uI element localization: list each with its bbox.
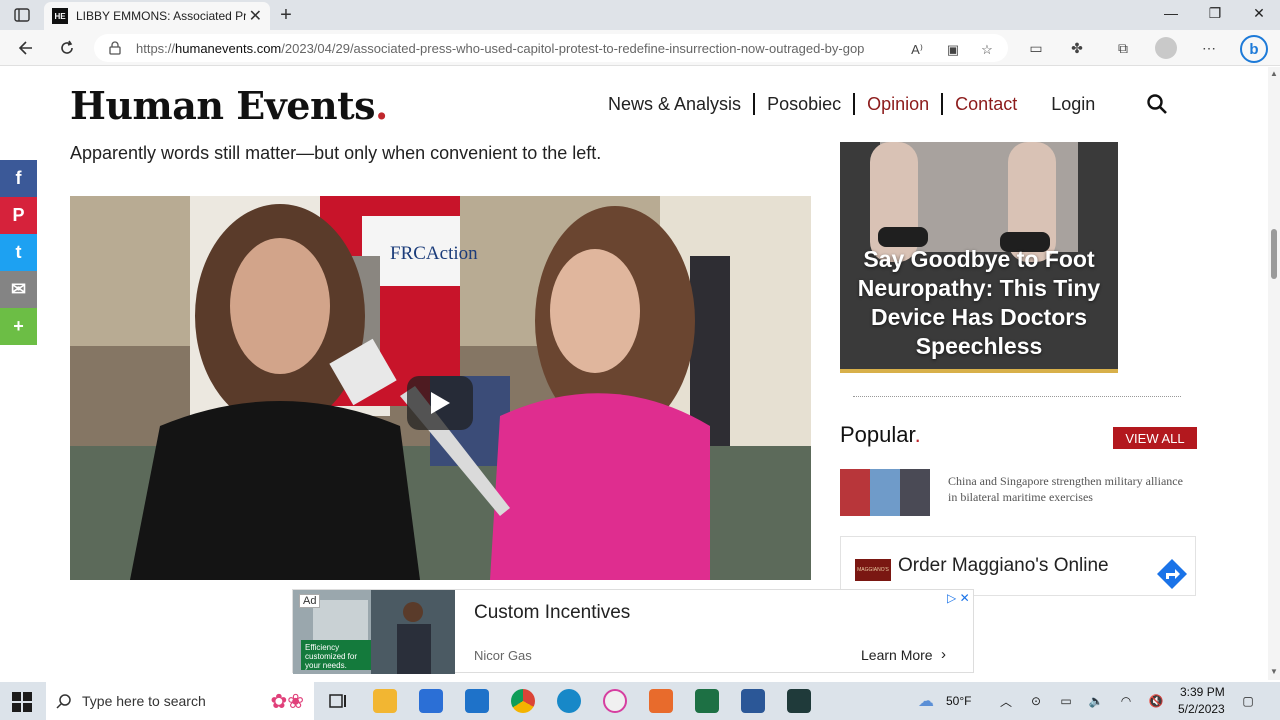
read-aloud-icon[interactable]: A⁾: [908, 41, 926, 59]
url-text[interactable]: https://humanevents.com/2023/04/29/assoc…: [136, 41, 896, 56]
maximize-icon[interactable]: ❐: [1200, 5, 1230, 22]
play-icon: [431, 392, 450, 414]
more-share-icon[interactable]: +: [0, 308, 37, 345]
favorite-star-icon[interactable]: ☆: [978, 41, 996, 59]
refresh-icon[interactable]: [56, 37, 78, 59]
windows-taskbar: Type here to search ✿❀ ☁ 50°F ︿ ⊙ ▭ 🔈 ◠ …: [0, 682, 1280, 720]
terminal-app-icon[interactable]: [787, 689, 811, 713]
nav-posobiec[interactable]: Posobiec: [755, 94, 853, 115]
edge-icon[interactable]: [557, 689, 581, 713]
reader-view-icon[interactable]: ▣: [944, 41, 962, 59]
excel-icon[interactable]: [695, 689, 719, 713]
scrollbar-thumb[interactable]: [1271, 229, 1277, 279]
nav-login[interactable]: Login: [1051, 94, 1095, 115]
tab-actions-icon[interactable]: [12, 6, 32, 24]
chrome-icon[interactable]: [511, 689, 535, 713]
nav-opinion[interactable]: Opinion: [855, 94, 941, 115]
search-icon: [56, 694, 71, 709]
video-play-button[interactable]: [407, 376, 473, 430]
browser-tab-active[interactable]: HE LIBBY EMMONS: Associated Pres ✕: [44, 2, 270, 30]
maggianos-ad-text[interactable]: Order Maggiano's Online: [898, 555, 1109, 577]
sidebar-advertisement[interactable]: Say Goodbye to Foot Neuropathy: This Tin…: [840, 142, 1118, 373]
volume-muted-icon[interactable]: 🔇: [1148, 693, 1164, 709]
search-icon[interactable]: [1146, 93, 1168, 115]
address-bar[interactable]: https://humanevents.com/2023/04/29/assoc…: [94, 34, 1008, 62]
bing-chat-icon[interactable]: b: [1240, 35, 1268, 63]
clock-time[interactable]: 3:39 PM: [1180, 685, 1225, 699]
page-scrollbar[interactable]: ▲ ▼: [1268, 67, 1280, 680]
maggianos-ad-card[interactable]: MAGGIANO'S Order Maggiano's Online: [840, 536, 1196, 596]
start-button[interactable]: [12, 692, 32, 712]
article-subtitle: Apparently words still matter—but only w…: [70, 143, 602, 163]
social-share-bar: f P t ✉ +: [0, 160, 37, 345]
file-explorer-icon[interactable]: [373, 689, 397, 713]
site-favicon-icon: HE: [52, 8, 68, 24]
scroll-down-icon[interactable]: ▼: [1270, 667, 1278, 676]
minimize-icon[interactable]: —: [1156, 5, 1186, 21]
collections-icon[interactable]: ⧉: [1113, 38, 1133, 58]
popular-heading: Popular.: [840, 422, 921, 447]
ad-label: Ad: [299, 594, 321, 608]
taskbar-search-placeholder: Type here to search: [82, 693, 206, 709]
tab-title: LIBBY EMMONS: Associated Pres: [76, 9, 246, 23]
lock-icon[interactable]: [108, 41, 122, 55]
ad-choices-icon[interactable]: ▷ ✕: [947, 591, 970, 605]
window-close-icon[interactable]: ✕: [1244, 5, 1274, 22]
bottom-ad-title[interactable]: Custom Incentives: [474, 602, 630, 624]
scroll-up-icon[interactable]: ▲: [1270, 69, 1278, 78]
browser-tab-bar: HE LIBBY EMMONS: Associated Pres ✕ + — ❐…: [0, 0, 1280, 30]
more-menu-icon[interactable]: ⋯: [1199, 38, 1219, 58]
flower-decoration-icon: ✿❀: [270, 690, 304, 713]
chevron-right-icon[interactable]: ›: [941, 646, 946, 663]
itunes-icon[interactable]: [603, 689, 627, 713]
nav-contact[interactable]: Contact: [943, 94, 1029, 115]
split-screen-icon[interactable]: ▭: [1026, 38, 1046, 58]
bottom-advertisement[interactable]: Efficiency customized for your needs. Ad…: [292, 589, 974, 674]
wifi-icon[interactable]: ◠: [1118, 693, 1134, 709]
facebook-share-icon[interactable]: f: [0, 160, 37, 197]
tray-app-icon[interactable]: ⊙: [1028, 693, 1044, 709]
taskbar-search[interactable]: Type here to search ✿❀: [46, 682, 314, 720]
profile-avatar[interactable]: [1155, 37, 1177, 59]
site-logo[interactable]: Human Events.: [70, 83, 388, 128]
bottom-ad-caption: Efficiency customized for your needs.: [301, 640, 371, 670]
popular-item-thumbnail[interactable]: [840, 469, 930, 516]
speaker-icon[interactable]: 🔈: [1088, 693, 1104, 709]
tab-close-icon[interactable]: ✕: [249, 6, 262, 26]
mail-icon[interactable]: [465, 689, 489, 713]
task-view-icon[interactable]: [326, 689, 350, 713]
twitter-share-icon[interactable]: t: [0, 234, 37, 271]
bottom-ad-brand: Nicor Gas: [474, 648, 532, 663]
sidebar-divider: [853, 396, 1181, 397]
microsoft-store-icon[interactable]: [419, 689, 443, 713]
clock-date[interactable]: 5/2/2023: [1178, 702, 1225, 716]
app-orange-icon[interactable]: [649, 689, 673, 713]
learn-more-button[interactable]: Learn More: [861, 647, 933, 663]
weather-temperature[interactable]: 50°F: [946, 694, 971, 708]
sidebar-ad-headline[interactable]: Say Goodbye to Foot Neuropathy: This Tin…: [850, 245, 1108, 361]
battery-icon[interactable]: ▭: [1058, 693, 1074, 709]
email-share-icon[interactable]: ✉: [0, 271, 37, 308]
directions-arrow-icon[interactable]: [1155, 557, 1189, 591]
view-all-button[interactable]: VIEW ALL: [1113, 427, 1197, 449]
video-sign-text: FRCAction: [390, 243, 478, 264]
notifications-icon[interactable]: ▢: [1240, 693, 1256, 709]
weather-cloud-icon[interactable]: ☁: [918, 693, 934, 710]
back-icon[interactable]: [14, 37, 36, 59]
article-video[interactable]: FRCAction: [70, 196, 811, 580]
word-icon[interactable]: [741, 689, 765, 713]
site-navigation: News & Analysis Posobiec Opinion Contact…: [596, 91, 1095, 117]
parler-share-icon[interactable]: P: [0, 197, 37, 234]
extensions-icon[interactable]: ✤: [1067, 38, 1087, 58]
new-tab-icon[interactable]: +: [276, 4, 296, 27]
browser-toolbar: https://humanevents.com/2023/04/29/assoc…: [0, 30, 1280, 66]
tray-chevron-up-icon[interactable]: ︿: [998, 693, 1014, 709]
popular-item-title[interactable]: China and Singapore strengthen military …: [948, 473, 1188, 505]
maggianos-logo: MAGGIANO'S: [855, 559, 891, 581]
nav-news-analysis[interactable]: News & Analysis: [596, 94, 753, 115]
